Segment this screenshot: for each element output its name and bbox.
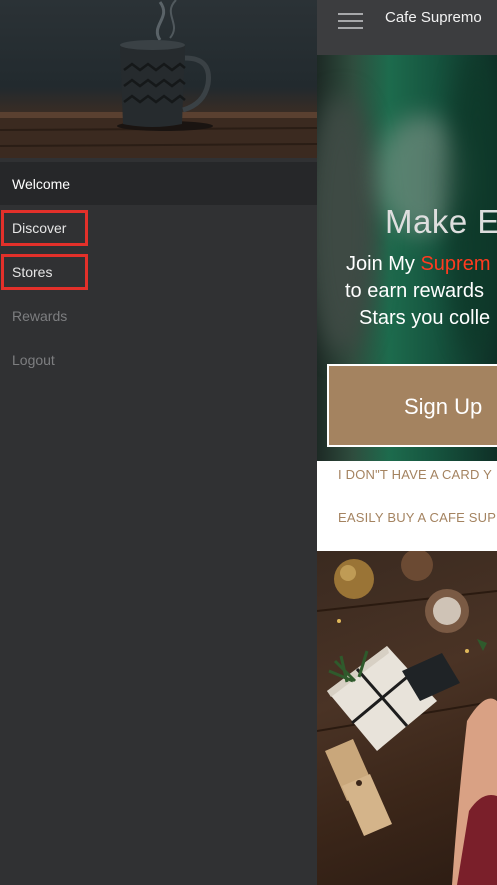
promo-line-1-text: Join My [346,253,421,275]
gifts-illustration [317,551,497,885]
drawer-welcome-header: Welcome [0,162,317,205]
drawer-item-rewards[interactable]: Rewards [0,294,317,338]
sign-up-button[interactable]: Sign Up [327,364,497,447]
drawer-item-logout[interactable]: Logout [0,338,317,382]
promo-banner: Make E Join My Suprem to earn rewards St… [317,55,497,461]
no-card-link[interactable]: I DON"T HAVE A CARD Y [338,467,492,482]
holiday-gifts-image [317,551,497,885]
drawer-item-label: Rewards [12,308,68,324]
drawer-header-image [0,0,317,158]
app-toolbar: Cafe Supremo [317,0,497,55]
promo-headline: Make E [385,203,497,240]
coffee-cup-image [0,0,317,158]
card-links-section: I DON"T HAVE A CARD Y EASILY BUY A CAFE … [317,461,497,551]
main-content: Cafe Supremo Make E Join My Suprem to ea… [317,0,497,885]
hamburger-menu-icon[interactable] [338,13,363,29]
navigation-drawer: Welcome Discover Stores Rewards Logout [0,0,317,885]
drawer-item-label: Logout [12,352,55,368]
promo-line-3: Stars you colle [359,307,491,329]
app-title: Cafe Supremo [385,9,482,26]
welcome-label: Welcome [12,176,71,192]
promo-accent-text: Suprem [420,253,491,275]
highlight-box-discover [1,210,88,246]
promo-line-2: to earn rewards [345,280,484,302]
highlight-box-stores [1,254,88,290]
sign-up-label: Sign Up [404,394,483,419]
buy-card-link[interactable]: EASILY BUY A CAFE SUP [338,510,496,525]
promo-line-1: Join My Suprem [346,253,491,276]
